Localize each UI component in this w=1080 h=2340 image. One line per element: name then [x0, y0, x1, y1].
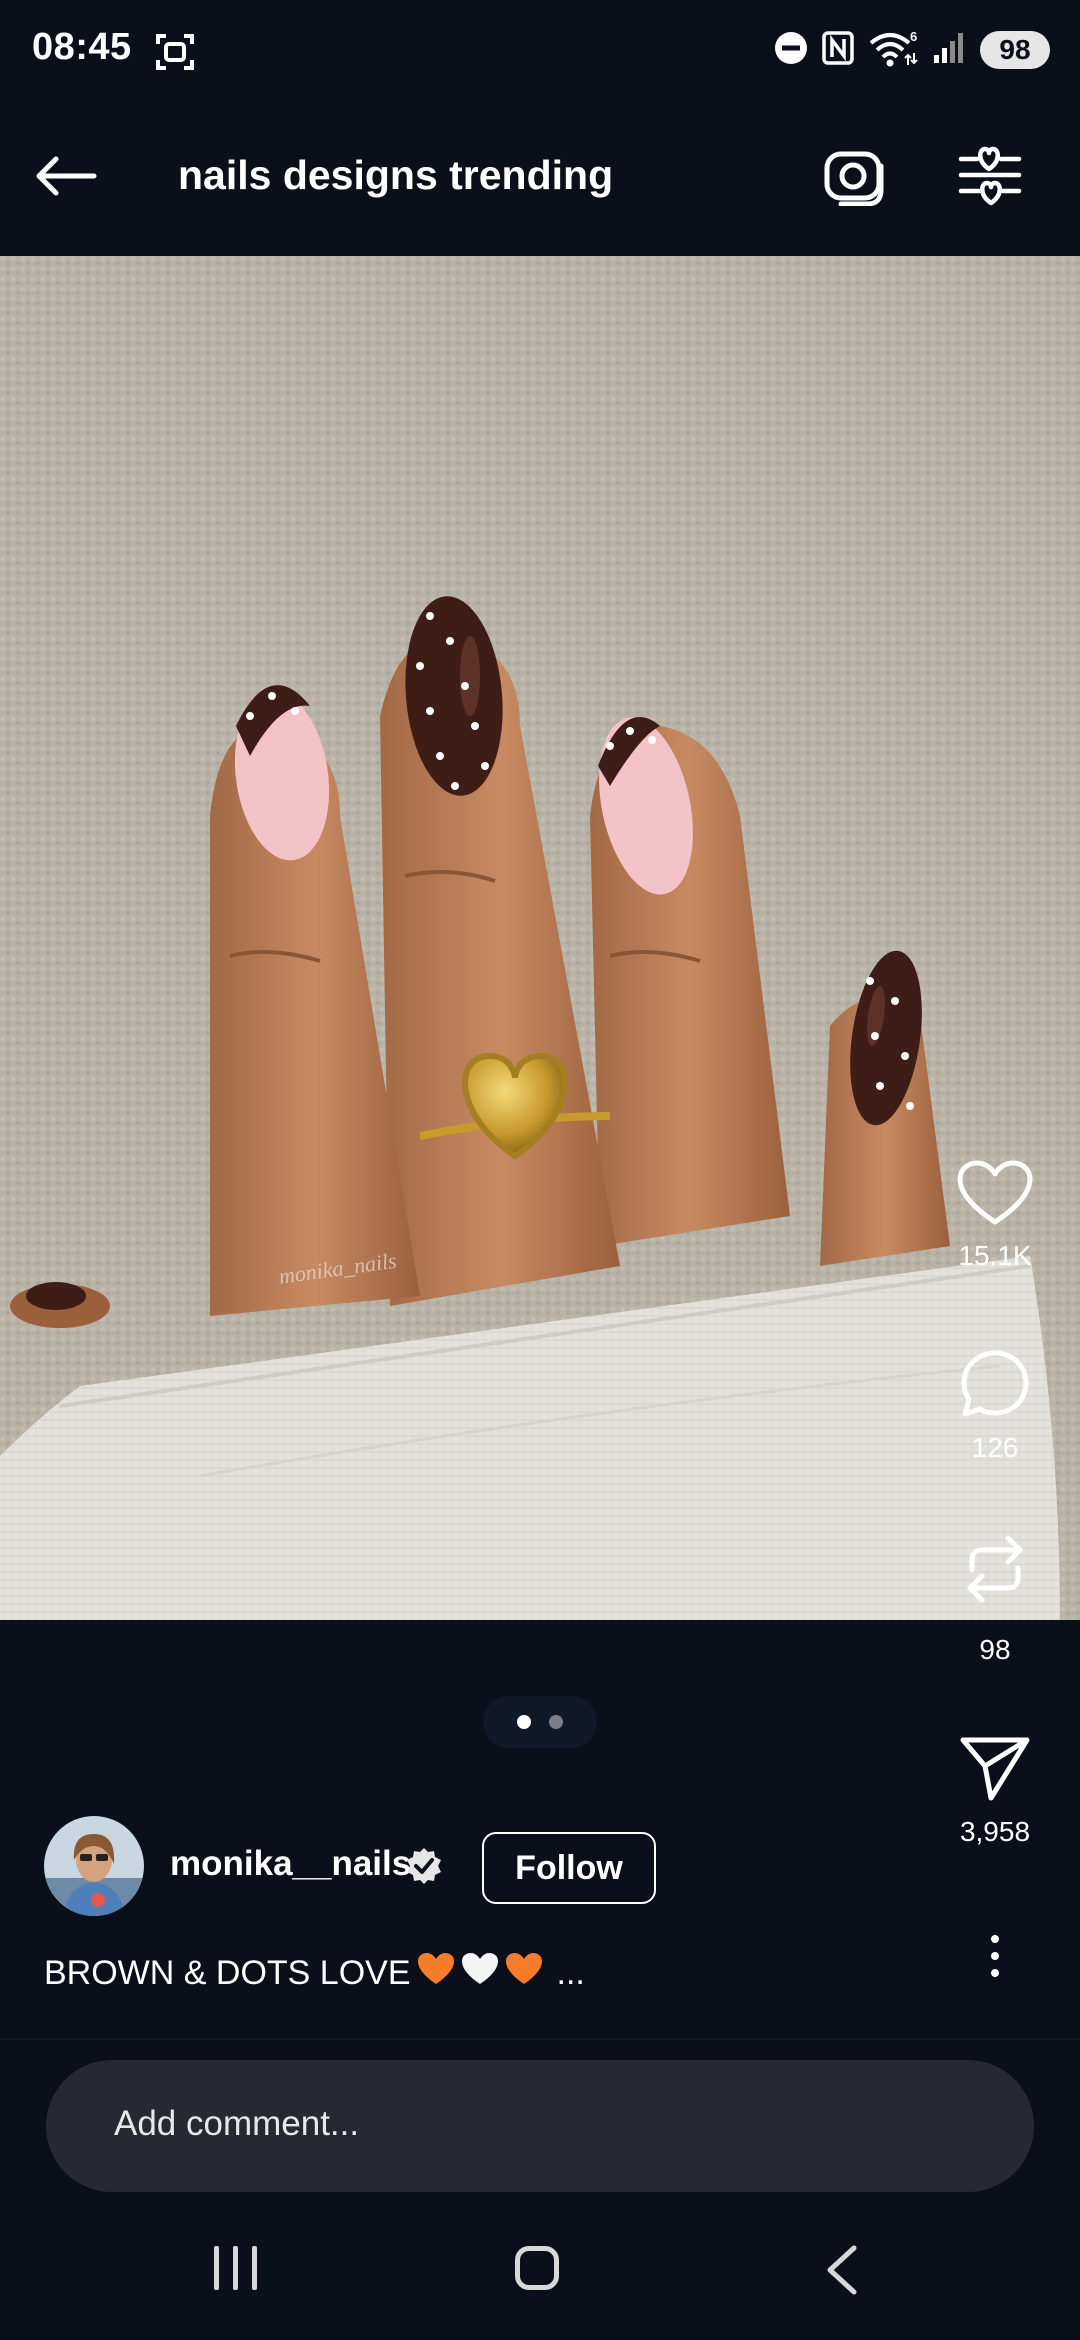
like-action[interactable]: 15.1K: [940, 1160, 1050, 1272]
top-bar: nails designs trending: [0, 100, 1080, 256]
follow-button[interactable]: Follow: [482, 1832, 656, 1904]
repost-action[interactable]: 98: [940, 1534, 1050, 1666]
system-nav-bar: [0, 2210, 1080, 2340]
orange-heart-icon: [417, 1952, 455, 1995]
white-heart-icon: [461, 1952, 499, 1995]
orange-heart-icon: [505, 1952, 543, 1995]
author-username[interactable]: monika__nails: [170, 1844, 411, 1884]
post-image[interactable]: monika_nails: [0, 256, 1080, 1620]
wifi-6-icon: 6: [868, 29, 918, 72]
share-action[interactable]: 3,958: [940, 1734, 1050, 1848]
likes-count: 15.1K: [958, 1240, 1032, 1271]
comment-input[interactable]: Add comment...: [46, 2060, 1034, 2192]
avatar[interactable]: [44, 1816, 144, 1916]
recents-button[interactable]: [214, 2246, 257, 2290]
verified-badge-icon: [404, 1846, 444, 1891]
status-icons: 6 98: [774, 28, 1050, 72]
signal-icon: [932, 31, 966, 70]
do-not-disturb-icon: [774, 31, 808, 70]
recents-bar: [214, 2246, 219, 2290]
back-arrow-icon: [36, 156, 97, 196]
carousel-dot-1: [517, 1715, 531, 1729]
divider: [0, 2038, 1080, 2040]
repost-icon: [967, 1535, 1023, 1603]
camera-icon: [824, 151, 884, 206]
reposts-count: 98: [979, 1634, 1011, 1665]
heart-icon: [957, 1160, 1033, 1225]
status-time: 08:45: [32, 26, 132, 68]
carousel-indicator: [483, 1696, 597, 1748]
comments-count: 126: [971, 1432, 1019, 1463]
comment-action[interactable]: 126: [940, 1348, 1050, 1464]
status-bar: 08:45 6 98: [0, 0, 1080, 100]
filter-hearts-button[interactable]: [952, 138, 1028, 214]
carousel-dot-2: [549, 1715, 563, 1729]
nfc-icon: [822, 30, 854, 70]
more-dot: [991, 1952, 999, 1960]
chevron-left-icon: [827, 2245, 857, 2295]
camera-button[interactable]: [818, 138, 894, 214]
screenshot-icon: [154, 32, 196, 77]
home-button[interactable]: [515, 2246, 559, 2290]
battery-indicator: 98: [980, 31, 1050, 69]
send-icon: [960, 1737, 1030, 1801]
nav-back-button[interactable]: [822, 2244, 862, 2301]
back-button[interactable]: [30, 140, 102, 212]
more-dot: [991, 1935, 999, 1943]
comment-bubble-icon: [961, 1350, 1029, 1417]
svg-text:6: 6: [910, 29, 917, 44]
shares-count: 3,958: [959, 1816, 1031, 1847]
caption-text: BROWN & DOTS LOVE: [44, 1954, 411, 1992]
caption-more-ellipsis[interactable]: ...: [557, 1954, 585, 1993]
recents-bar: [252, 2246, 257, 2290]
filter-hearts-icon: [958, 146, 1022, 206]
comment-placeholder: Add comment...: [114, 2104, 360, 2143]
more-dot: [991, 1969, 999, 1977]
search-query-title[interactable]: nails designs trending: [178, 152, 613, 199]
recents-bar: [233, 2246, 238, 2290]
more-options-button[interactable]: [972, 1926, 1018, 1986]
post-caption[interactable]: BROWN & DOTS LOVE ...: [44, 1952, 585, 1995]
